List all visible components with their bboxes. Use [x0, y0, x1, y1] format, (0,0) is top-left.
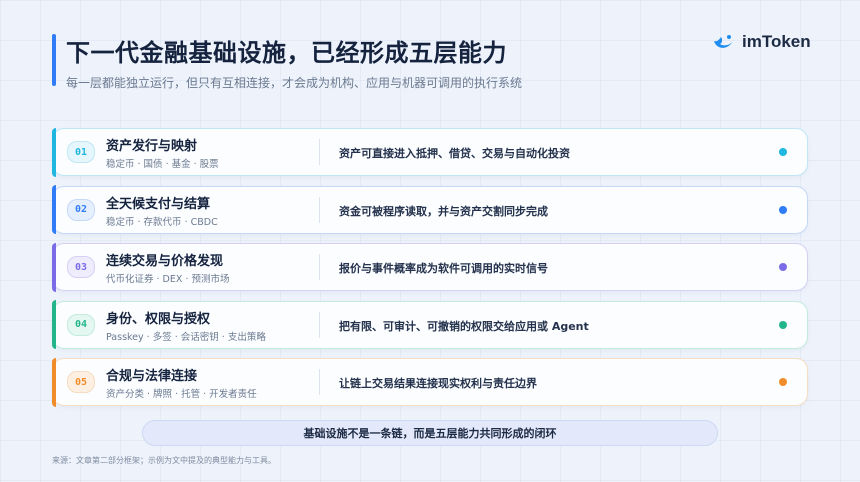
layer-title: 身份、权限与授权 — [106, 311, 211, 327]
layer-status-dot — [779, 263, 787, 271]
imtoken-logo-icon — [714, 35, 734, 48]
layer-tags: 代币化证券 · DEX · 预测市场 — [106, 274, 230, 285]
page-title: 下一代金融基础设施，已经形成五层能力 — [66, 39, 507, 67]
layer-tags: 稳定币 · 国债 · 基金 · 股票 — [106, 159, 219, 170]
layer-description: 资金可被程序读取，并与资产交割同步完成 — [339, 204, 548, 218]
brand-name: imToken — [742, 32, 811, 51]
layer-tags: 资产分类 · 牌照 · 托管 · 开发者责任 — [106, 389, 257, 400]
layer-status-dot — [779, 320, 787, 329]
layer-tags: Passkey · 多签 · 会话密钥 · 支出策略 — [106, 331, 266, 343]
layer-number-badge: 02 — [67, 198, 95, 221]
layer-divider — [319, 369, 320, 395]
layer-tags: 稳定币 · 存款代币 · CBDC — [106, 216, 218, 228]
layer-number-badge: 05 — [67, 371, 95, 393]
layer-color-bar — [51, 127, 56, 177]
layer-number-badge: 03 — [67, 256, 95, 278]
layer-row: 05 合规与法律连接 资产分类 · 牌照 · 托管 · 开发者责任 让链上交易结… — [51, 357, 808, 407]
layer-divider — [319, 311, 320, 338]
layer-number-badge: 04 — [67, 313, 95, 336]
layer-color-bar — [51, 357, 56, 407]
layer-title: 资产发行与映射 — [106, 139, 198, 154]
layer-divider — [319, 139, 320, 165]
layer-description: 把有限、可审计、可撤销的权限交给应用或 Agent — [339, 319, 589, 333]
layer-description: 资产可直接进入抵押、借贷、交易与自动化投资 — [339, 147, 570, 160]
summary-banner: 基础设施不是一条链，而是五层能力共同形成的闭环 — [142, 420, 718, 446]
brand-logo: imToken — [712, 32, 811, 52]
layer-title: 合规与法律连接 — [106, 369, 198, 384]
layer-color-bar — [51, 185, 56, 234]
layer-description: 报价与事件概率成为软件可调用的实时信号 — [339, 262, 548, 275]
layer-title: 全天候支付与结算 — [106, 196, 211, 212]
title-accent-bar — [52, 34, 56, 86]
layer-status-dot — [779, 205, 787, 214]
layer-row: 03 连续交易与价格发现 代币化证券 · DEX · 预测市场 报价与事件概率成… — [51, 242, 808, 292]
layer-row: 04 身份、权限与授权 Passkey · 多签 · 会话密钥 · 支出策略 把… — [51, 300, 808, 349]
layer-description: 让链上交易结果连接现实权利与责任边界 — [339, 377, 537, 390]
page-subtitle: 每一层都能独立运行，但只有互相连接，才会成为机构、应用与机器可调用的执行系统 — [66, 76, 523, 90]
layer-divider — [319, 254, 320, 280]
layer-title: 连续交易与价格发现 — [106, 254, 224, 269]
layer-divider — [319, 196, 320, 223]
layer-row: 02 全天候支付与结算 稳定币 · 存款代币 · CBDC 资金可被程序读取，并… — [51, 185, 808, 234]
layer-status-dot — [779, 378, 787, 386]
layer-number-badge: 01 — [67, 141, 95, 163]
layer-row: 01 资产发行与映射 稳定币 · 国债 · 基金 · 股票 资产可直接进入抵押、… — [51, 127, 808, 177]
layer-list: 01 资产发行与映射 稳定币 · 国债 · 基金 · 股票 资产可直接进入抵押、… — [51, 127, 808, 416]
source-note: 来源：文章第二部分框架；示例为文中提及的典型能力与工具。 — [52, 456, 276, 465]
layer-status-dot — [779, 148, 787, 156]
layer-color-bar — [51, 242, 56, 292]
layer-color-bar — [51, 300, 56, 349]
